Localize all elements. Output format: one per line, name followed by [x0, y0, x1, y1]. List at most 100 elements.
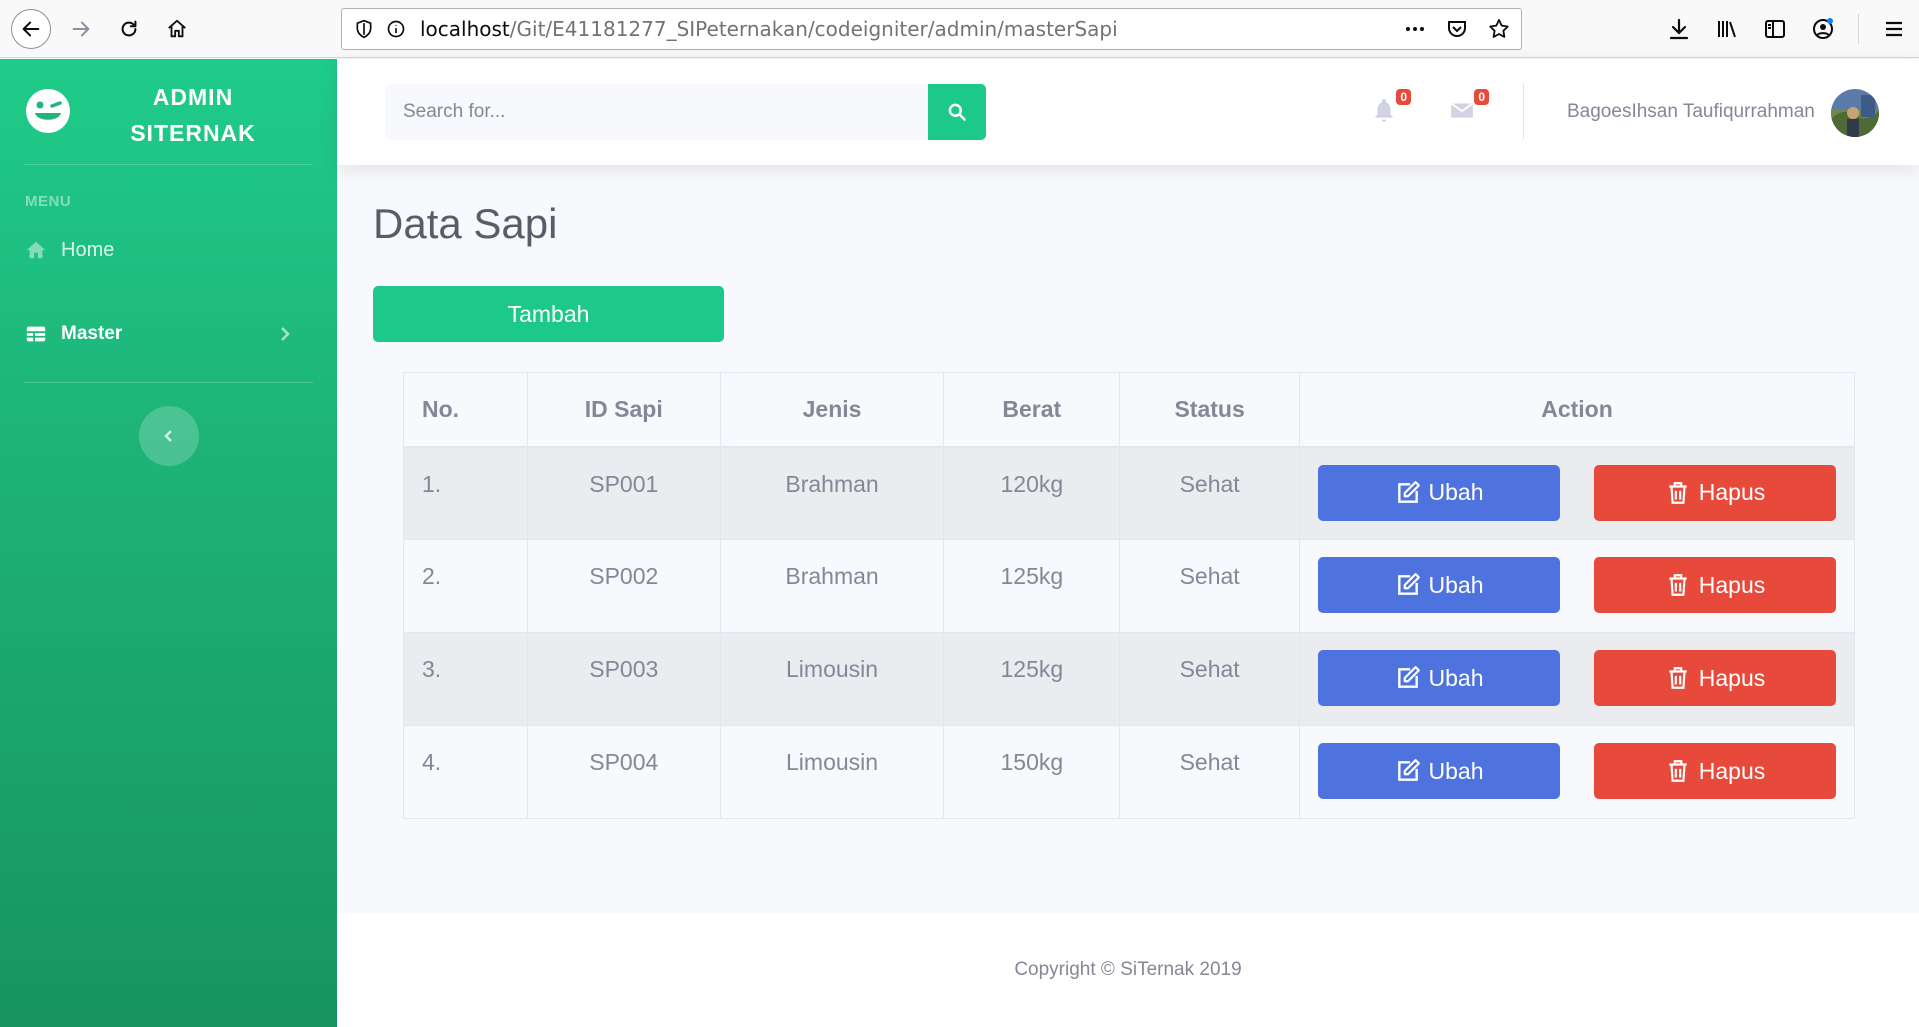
table-icon	[26, 326, 46, 342]
downloads-button[interactable]	[1666, 9, 1692, 49]
alerts-badge: 0	[1396, 89, 1411, 105]
messages-button[interactable]: 0	[1449, 89, 1489, 125]
shield-icon[interactable]	[354, 19, 374, 39]
cell-berat: 120kg	[943, 446, 1121, 540]
delete-button[interactable]: Hapus	[1594, 650, 1836, 706]
alerts-button[interactable]: 0	[1371, 89, 1411, 125]
url-path: /Git/E41181277_SIPeternakan/codeigniter/…	[509, 17, 1118, 41]
cell-jenis: Brahman	[719, 539, 945, 633]
delete-button[interactable]: Hapus	[1594, 557, 1836, 613]
url-host: localhost	[420, 17, 510, 41]
edit-button[interactable]: Ubah	[1318, 650, 1561, 706]
avatar[interactable]	[1831, 89, 1879, 137]
cell-no: 4.	[403, 725, 528, 819]
delete-button[interactable]: Hapus	[1594, 464, 1836, 521]
cell-action: Ubah Hapus	[1299, 446, 1855, 540]
column-header: Action	[1299, 372, 1855, 448]
cell-no: 2.	[403, 539, 528, 633]
delete-button[interactable]: Hapus	[1594, 743, 1836, 799]
topbar-divider	[1523, 83, 1524, 139]
cell-id: SP002	[526, 539, 721, 633]
brand-text: ADMIN SITERNAK	[118, 79, 268, 151]
table-row: 4. SP004 Limousin 150kg Sehat Ubah Hapus	[403, 725, 1855, 819]
cell-no: 1.	[403, 446, 528, 540]
sidebar-divider	[24, 164, 313, 165]
cell-jenis: Limousin	[719, 725, 945, 819]
profile-photo	[1831, 89, 1879, 137]
edit-icon	[1397, 759, 1420, 781]
sidebar-item-label: Master	[61, 323, 123, 344]
copyright-text: Copyright © SiTernak 2019	[1014, 959, 1242, 980]
library-button[interactable]	[1714, 9, 1740, 49]
arrow-left-icon	[22, 21, 40, 37]
cell-status: Sehat	[1119, 446, 1301, 540]
address-bar[interactable]: localhost/Git/E41181277_SIPeternakan/cod…	[341, 8, 1522, 50]
add-button[interactable]: Tambah	[373, 286, 724, 342]
table-row: 3. SP003 Limousin 125kg Sehat Ubah Hapus	[403, 632, 1855, 726]
cell-berat: 150kg	[943, 725, 1121, 819]
page-title: Data Sapi	[373, 200, 558, 247]
search-input[interactable]	[385, 84, 928, 140]
topbar: 0 0 BagoesIhsan Taufiqurrahman	[337, 59, 1919, 165]
footer: Copyright © SiTernak 2019	[337, 913, 1919, 1027]
reload-button[interactable]	[109, 9, 149, 49]
cell-berat: 125kg	[943, 539, 1121, 633]
download-icon	[1669, 18, 1689, 40]
forward-button[interactable]	[61, 9, 101, 49]
edit-button[interactable]: Ubah	[1318, 743, 1561, 799]
info-icon[interactable]	[386, 19, 406, 39]
sidebar-divider	[24, 382, 313, 383]
trash-icon	[1669, 760, 1687, 782]
cell-id: SP004	[526, 725, 721, 819]
data-table: No. ID Sapi Jenis Berat Status Action 1.…	[403, 372, 1855, 819]
sidebar-icon	[1765, 20, 1785, 38]
sidebar-item-master[interactable]: Master	[0, 309, 337, 359]
browser-toolbar: localhost/Git/E41181277_SIPeternakan/cod…	[0, 0, 1919, 58]
edit-label: Ubah	[1428, 757, 1484, 784]
pocket-icon[interactable]	[1445, 17, 1469, 41]
search-button[interactable]	[928, 84, 986, 140]
table-row: 2. SP002 Brahman 125kg Sehat Ubah Hapus	[403, 539, 1855, 633]
trash-icon	[1669, 481, 1687, 504]
cell-id: SP003	[526, 632, 721, 726]
cell-berat: 125kg	[943, 632, 1121, 726]
home-button[interactable]	[157, 9, 197, 49]
account-button[interactable]	[1810, 9, 1836, 49]
hamburger-icon	[1886, 21, 1902, 37]
sidebar-item-home[interactable]: Home	[0, 225, 337, 275]
sidebar: ADMIN SITERNAK MENU Home Master	[0, 59, 337, 1027]
edit-button[interactable]: Ubah	[1318, 557, 1561, 613]
sidebar-button[interactable]	[1762, 9, 1788, 49]
more-dots-icon[interactable]	[1403, 17, 1427, 41]
column-header: No.	[403, 372, 528, 448]
toolbar-separator	[1858, 14, 1859, 44]
chevron-right-icon	[281, 327, 290, 341]
edit-button[interactable]: Ubah	[1318, 464, 1561, 521]
cell-jenis: Brahman	[719, 446, 945, 540]
url-text[interactable]: localhost/Git/E41181277_SIPeternakan/cod…	[420, 17, 1118, 41]
search-form	[385, 84, 986, 140]
trash-icon	[1669, 667, 1687, 689]
home-icon	[26, 241, 46, 259]
column-header: ID Sapi	[526, 372, 721, 448]
delete-label: Hapus	[1698, 757, 1766, 784]
home-icon	[168, 19, 186, 38]
user-name[interactable]: BagoesIhsan Taufiqurrahman	[1567, 101, 1815, 123]
reload-icon	[121, 20, 137, 37]
sidebar-heading: MENU	[25, 193, 72, 210]
delete-label: Hapus	[1698, 571, 1766, 598]
edit-icon	[1397, 480, 1420, 503]
search-icon	[948, 103, 966, 121]
column-header: Jenis	[719, 372, 945, 448]
back-button[interactable]	[11, 9, 51, 49]
sidebar-toggle-button[interactable]	[139, 406, 199, 466]
cell-jenis: Limousin	[719, 632, 945, 726]
brand-line1: ADMIN	[152, 84, 234, 110]
cell-id: SP001	[526, 446, 721, 540]
edit-label: Ubah	[1428, 571, 1484, 598]
arrow-right-icon	[72, 21, 90, 37]
star-icon[interactable]	[1487, 17, 1511, 41]
cell-status: Sehat	[1119, 539, 1301, 633]
menu-button[interactable]	[1881, 9, 1907, 49]
sidebar-brand[interactable]: ADMIN SITERNAK	[0, 59, 337, 164]
